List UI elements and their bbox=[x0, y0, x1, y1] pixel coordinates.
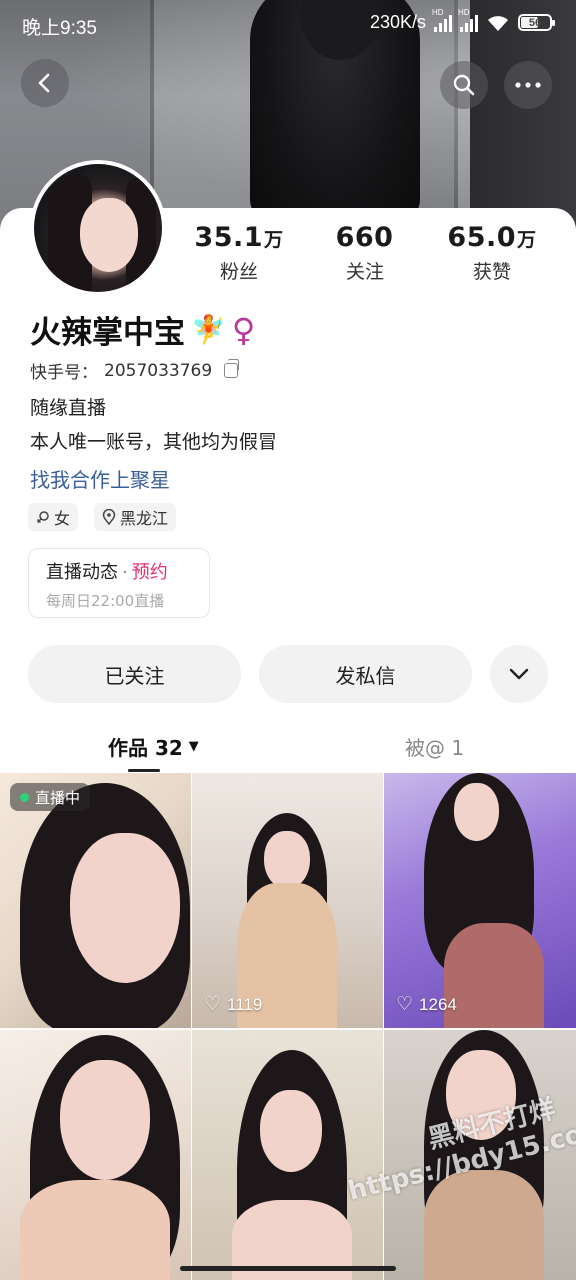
battery-level: 56 bbox=[528, 16, 542, 29]
reserve-button[interactable]: 预约 bbox=[132, 562, 168, 583]
cooperation-link[interactable]: 找我合作上聚星 bbox=[30, 464, 170, 493]
location-tag-text: 黑龙江 bbox=[120, 509, 169, 528]
female-icon: ♀ bbox=[231, 310, 256, 349]
signal-icon: HD bbox=[432, 8, 452, 32]
bio-line-1: 随缘直播 bbox=[30, 397, 107, 419]
search-icon bbox=[453, 74, 475, 96]
like-count: ♡ 1264 bbox=[396, 994, 457, 1015]
location-pin-icon bbox=[102, 509, 116, 525]
fairy-icon: 🧚 bbox=[191, 313, 226, 346]
live-badge-text: 直播中 bbox=[35, 788, 81, 807]
caret-down-icon: ▼ bbox=[188, 739, 199, 754]
more-icon bbox=[515, 82, 541, 88]
like-count: ♡ 1119 bbox=[204, 994, 263, 1015]
more-button[interactable] bbox=[504, 61, 552, 109]
stat-following[interactable]: 660 关注 bbox=[310, 222, 420, 284]
live-schedule-title: 直播动态 · 预约 bbox=[46, 562, 168, 583]
video-tile[interactable]: 直播中 bbox=[0, 773, 191, 1028]
hd-label-2: HD bbox=[458, 7, 470, 17]
message-button[interactable]: 发私信 bbox=[259, 645, 472, 703]
video-tile[interactable]: ♡ 1264 bbox=[384, 773, 576, 1028]
net-speed: 230K/s bbox=[369, 12, 426, 32]
video-tile[interactable] bbox=[0, 1030, 191, 1280]
expand-button[interactable] bbox=[490, 645, 548, 703]
video-tile[interactable]: ♡ 1119 bbox=[192, 773, 383, 1028]
status-time: 晚上9:35 bbox=[22, 18, 97, 39]
tab-mentions[interactable]: 被@ 1 bbox=[405, 732, 464, 761]
live-schedule-card[interactable]: 直播动态 · 预约 每周日22:00直播 bbox=[28, 548, 210, 618]
heart-icon: ♡ bbox=[204, 994, 222, 1015]
stat-likes[interactable]: 65.0万 获赞 bbox=[437, 222, 547, 284]
kuaishou-id-value: 2057033769 bbox=[104, 360, 213, 381]
back-button[interactable] bbox=[21, 59, 69, 107]
tab-works[interactable]: 作品 32 ▼ bbox=[108, 732, 199, 761]
wifi-icon bbox=[488, 15, 508, 31]
profile-name: 火辣掌中宝 🧚 ♀ bbox=[30, 307, 255, 352]
live-schedule-time: 每周日22:00直播 bbox=[46, 592, 165, 610]
hd-label: HD bbox=[432, 7, 444, 17]
tab-indicator bbox=[128, 769, 160, 772]
back-icon bbox=[38, 73, 50, 93]
avatar[interactable] bbox=[30, 160, 166, 296]
works-grid: 直播中 ♡ 1119 ♡ 1264 bbox=[0, 773, 576, 1280]
copy-icon[interactable] bbox=[224, 359, 240, 378]
battery-icon: 56 bbox=[518, 14, 555, 31]
status-bar: 晚上9:35 230K/s HD HD 56 bbox=[0, 0, 576, 50]
stat-fans[interactable]: 35.1万 粉丝 bbox=[184, 222, 294, 284]
status-indicators: 230K/s HD HD 56 bbox=[369, 8, 555, 33]
gender-icon bbox=[36, 511, 49, 524]
likes-count: 65.0万 bbox=[447, 222, 537, 253]
home-indicator[interactable] bbox=[180, 1266, 396, 1271]
chevron-down-icon bbox=[509, 668, 529, 680]
profile-name-text: 火辣掌中宝 bbox=[30, 315, 185, 351]
likes-label: 获赞 bbox=[472, 261, 511, 283]
avatar-image bbox=[34, 164, 162, 292]
heart-icon: ♡ bbox=[396, 994, 414, 1015]
search-button[interactable] bbox=[440, 61, 488, 109]
kuaishou-id: 快手号： 2057033769 bbox=[30, 358, 240, 383]
tab-works-label: 作品 32 bbox=[108, 736, 183, 760]
gender-tag: 女 bbox=[28, 503, 79, 531]
signal-icon-2: HD bbox=[458, 8, 478, 32]
live-badge: 直播中 bbox=[10, 783, 91, 811]
gender-tag-text: 女 bbox=[54, 509, 71, 528]
followed-button[interactable]: 已关注 bbox=[28, 645, 241, 703]
bio-line-2: 本人唯一账号，其他均为假冒 bbox=[30, 431, 278, 453]
location-tag: 黑龙江 bbox=[94, 503, 177, 531]
kuaishou-id-label: 快手号： bbox=[30, 363, 98, 383]
fans-label: 粉丝 bbox=[219, 261, 258, 283]
live-dot-icon bbox=[20, 792, 29, 802]
fans-count: 35.1万 bbox=[194, 222, 284, 253]
following-count: 660 bbox=[335, 222, 394, 253]
following-label: 关注 bbox=[345, 261, 384, 283]
